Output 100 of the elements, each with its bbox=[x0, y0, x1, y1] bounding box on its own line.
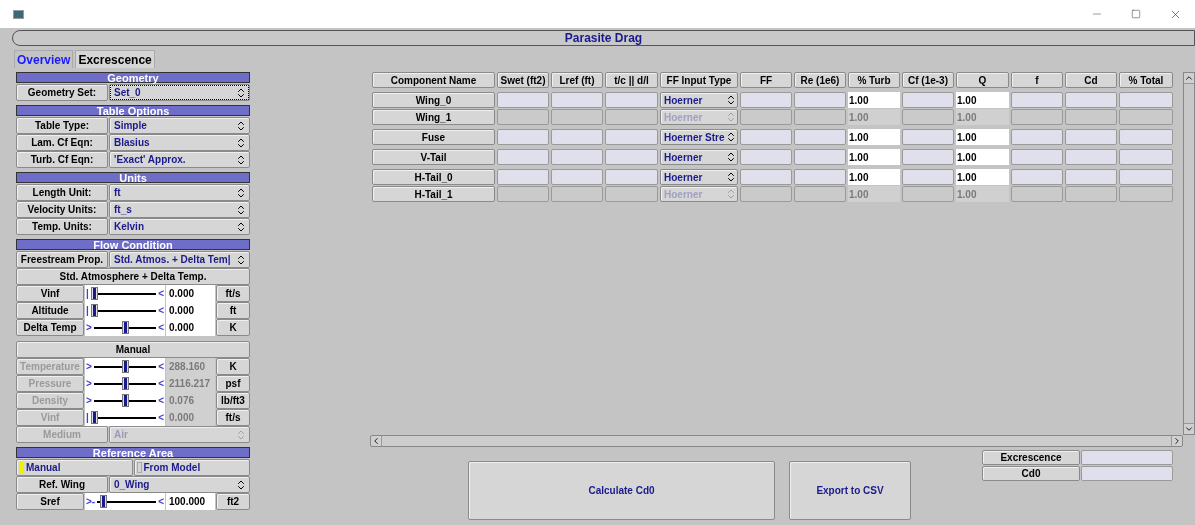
scroll-down-icon[interactable] bbox=[1184, 424, 1194, 434]
table-cell[interactable] bbox=[497, 169, 549, 185]
table-cell[interactable] bbox=[902, 149, 954, 165]
table-cell[interactable] bbox=[1065, 186, 1117, 202]
table-cell[interactable]: 1.00 bbox=[848, 169, 900, 185]
slider[interactable]: >- < bbox=[85, 493, 165, 510]
table-cell[interactable] bbox=[794, 109, 846, 125]
table-cell[interactable] bbox=[794, 129, 846, 145]
result-field[interactable] bbox=[1081, 450, 1173, 465]
column-header[interactable]: t/c || d/l bbox=[605, 72, 658, 88]
table-cell[interactable] bbox=[740, 149, 792, 165]
column-header[interactable]: Swet (ft2) bbox=[497, 72, 549, 88]
table-cell[interactable] bbox=[902, 129, 954, 145]
table-cell[interactable] bbox=[497, 186, 549, 202]
table-cell[interactable] bbox=[1011, 149, 1063, 165]
table-cell[interactable] bbox=[551, 186, 603, 202]
dropdown[interactable]: Blasius bbox=[109, 134, 250, 151]
slider[interactable]: | < bbox=[85, 285, 165, 302]
column-header[interactable]: FF Input Type bbox=[660, 72, 738, 88]
table-cell[interactable] bbox=[740, 92, 792, 108]
tab[interactable]: Overview bbox=[14, 50, 74, 68]
action-button[interactable]: Export to CSV bbox=[789, 461, 911, 520]
tab[interactable]: Excrescence bbox=[75, 50, 155, 68]
table-cell[interactable]: 1.00 bbox=[956, 129, 1009, 145]
slider-thumb[interactable] bbox=[90, 287, 98, 300]
table-cell[interactable] bbox=[740, 169, 792, 185]
slider[interactable]: > < bbox=[85, 319, 165, 336]
table-cell[interactable] bbox=[497, 92, 549, 108]
table-cell[interactable] bbox=[1065, 92, 1117, 108]
column-header[interactable]: % Total bbox=[1119, 72, 1173, 88]
table-cell[interactable] bbox=[1011, 92, 1063, 108]
dropdown[interactable]: 'Exact' Approx. bbox=[109, 151, 250, 168]
table-cell[interactable]: 1.00 bbox=[848, 149, 900, 165]
value-field[interactable]: 0.000 bbox=[166, 302, 215, 319]
dropdown[interactable]: Kelvin bbox=[109, 218, 250, 235]
value-field[interactable]: 100.000 bbox=[166, 493, 215, 510]
table-cell[interactable]: 1.00 bbox=[848, 129, 900, 145]
slider[interactable]: | < bbox=[85, 302, 165, 319]
table-cell[interactable] bbox=[1011, 109, 1063, 125]
slider-end-button[interactable]: < bbox=[157, 288, 165, 299]
table-cell[interactable] bbox=[902, 92, 954, 108]
dropdown[interactable]: Std. Atmos. + Delta Tem| bbox=[109, 251, 250, 268]
table-cell[interactable] bbox=[1119, 149, 1173, 165]
slider-thumb[interactable] bbox=[99, 495, 107, 508]
table-cell[interactable] bbox=[794, 149, 846, 165]
table-cell[interactable]: 1.00 bbox=[956, 169, 1009, 185]
slider-end-button[interactable]: < bbox=[157, 496, 165, 507]
column-header[interactable]: Q bbox=[956, 72, 1009, 88]
toggle-button[interactable]: From Model bbox=[133, 459, 250, 476]
table-cell[interactable] bbox=[1065, 169, 1117, 185]
table-cell[interactable] bbox=[605, 92, 658, 108]
table-cell[interactable]: 1.00 bbox=[956, 92, 1009, 108]
table-cell[interactable] bbox=[902, 186, 954, 202]
table-cell[interactable]: 1.00 bbox=[956, 149, 1009, 165]
row-header[interactable]: Wing_0 bbox=[372, 92, 495, 108]
table-cell[interactable] bbox=[1119, 92, 1173, 108]
dropdown[interactable]: ft bbox=[109, 184, 250, 201]
dropdown[interactable]: Simple bbox=[109, 117, 250, 134]
table-cell[interactable] bbox=[605, 149, 658, 165]
row-header[interactable]: H-Tail_0 bbox=[372, 169, 495, 185]
table-cell[interactable] bbox=[605, 129, 658, 145]
table-cell[interactable] bbox=[794, 186, 846, 202]
table-cell[interactable] bbox=[551, 92, 603, 108]
column-header[interactable]: Component Name bbox=[372, 72, 495, 88]
column-header[interactable]: Cf (1e-3) bbox=[902, 72, 954, 88]
toggle-button[interactable]: Manual bbox=[16, 459, 133, 476]
table-cell[interactable] bbox=[740, 129, 792, 145]
result-field[interactable] bbox=[1081, 466, 1173, 481]
dropdown[interactable]: Hoerner Stre bbox=[660, 129, 738, 145]
table-cell[interactable] bbox=[1065, 129, 1117, 145]
slider-end-button[interactable]: < bbox=[157, 322, 165, 333]
table-cell[interactable] bbox=[740, 186, 792, 202]
column-header[interactable]: Cd bbox=[1065, 72, 1117, 88]
action-button[interactable]: Calculate Cd0 bbox=[468, 461, 775, 520]
table-cell[interactable] bbox=[497, 109, 549, 125]
table-cell[interactable] bbox=[1065, 149, 1117, 165]
slider-end-button[interactable]: > bbox=[85, 322, 93, 333]
slider-thumb[interactable] bbox=[121, 321, 129, 334]
table-cell[interactable] bbox=[1119, 129, 1173, 145]
scroll-left-icon[interactable] bbox=[371, 436, 381, 446]
table-cell[interactable] bbox=[1065, 109, 1117, 125]
scroll-right-icon[interactable] bbox=[1172, 436, 1182, 446]
column-header[interactable]: f bbox=[1011, 72, 1063, 88]
table-cell[interactable] bbox=[605, 186, 658, 202]
table-cell[interactable] bbox=[740, 109, 792, 125]
table-cell[interactable] bbox=[794, 169, 846, 185]
table-cell[interactable] bbox=[1011, 129, 1063, 145]
table-cell[interactable] bbox=[497, 149, 549, 165]
dropdown[interactable]: Hoerner bbox=[660, 169, 738, 185]
table-cell[interactable] bbox=[902, 169, 954, 185]
table-cell[interactable] bbox=[551, 149, 603, 165]
slider-end-button[interactable]: >- bbox=[85, 496, 97, 507]
table-cell[interactable] bbox=[1119, 109, 1173, 125]
table-cell[interactable] bbox=[1011, 186, 1063, 202]
row-header[interactable]: Fuse bbox=[372, 129, 495, 145]
table-cell[interactable] bbox=[1119, 169, 1173, 185]
column-header[interactable]: Re (1e6) bbox=[794, 72, 846, 88]
slider-end-button[interactable]: | bbox=[85, 305, 90, 316]
value-field[interactable]: 0.000 bbox=[166, 319, 215, 336]
table-cell[interactable] bbox=[605, 169, 658, 185]
